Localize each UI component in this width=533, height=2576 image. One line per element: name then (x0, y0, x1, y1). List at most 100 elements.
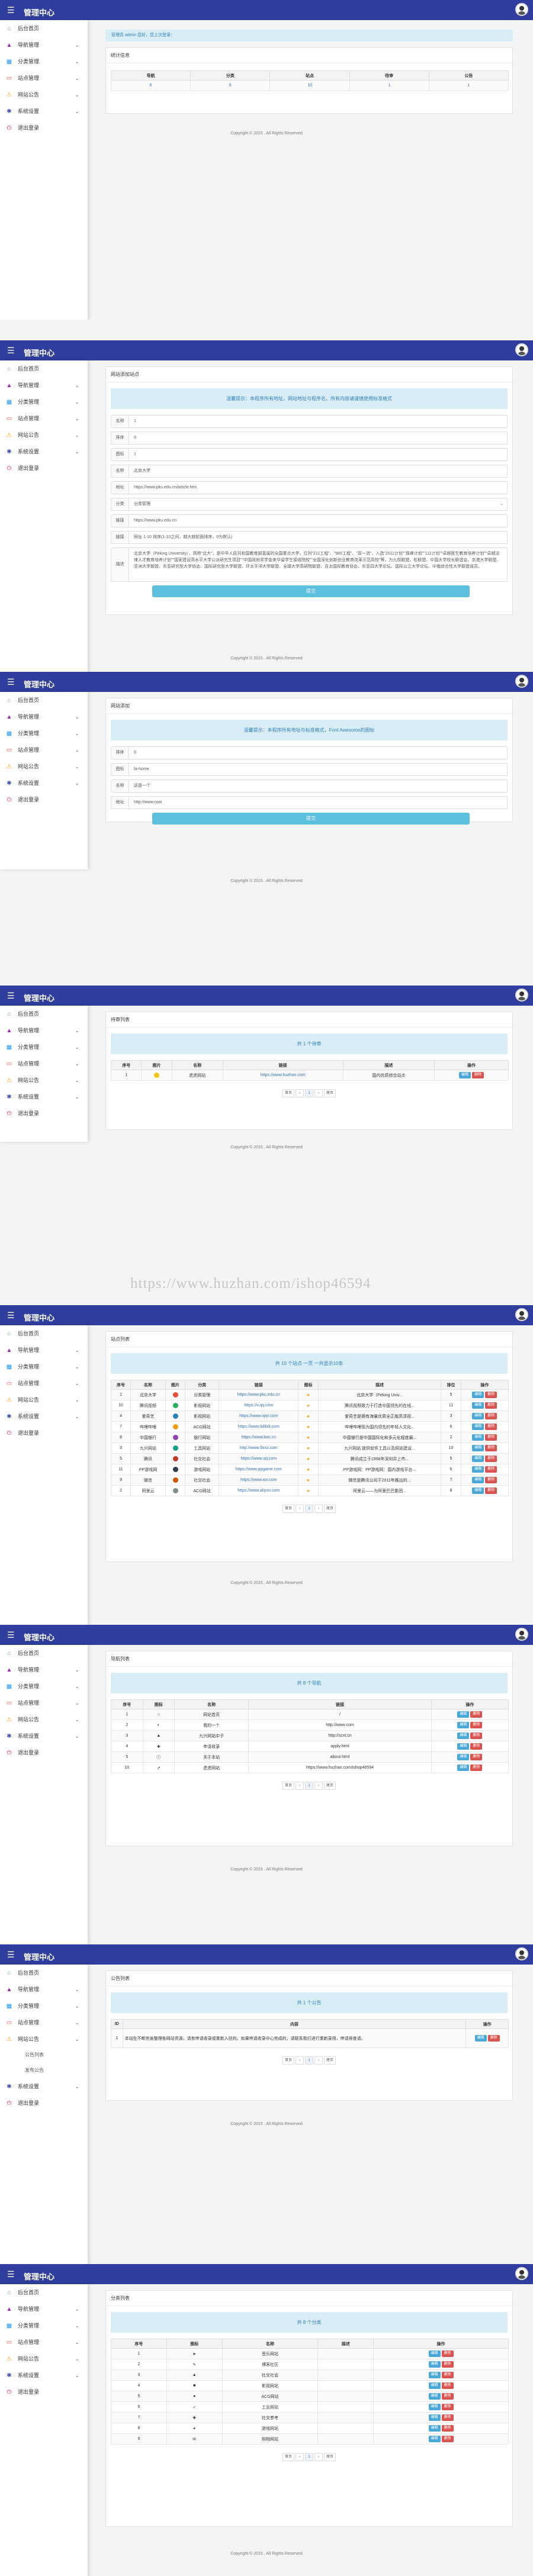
sidebar-item[interactable]: ⏻ 退出登录 (0, 1425, 88, 1441)
menu-icon[interactable]: ☰ (7, 346, 15, 355)
edit-button[interactable]: 编辑 (428, 2414, 441, 2421)
link[interactable]: http://www.9xxz.com (219, 1442, 299, 1454)
sidebar-item[interactable]: ⚠ 网站公告 ⌄ (0, 1072, 88, 1089)
sidebar-item[interactable]: ▦ 分类管理 ⌄ (0, 2317, 88, 2334)
delete-button[interactable]: 删除 (485, 1434, 497, 1441)
sidebar-item[interactable]: ✱ 系统设置 ⌄ (0, 1408, 88, 1425)
edit-button[interactable]: 编辑 (472, 1445, 484, 1451)
sidebar-item[interactable]: ▭ 站点管理 ⌄ (0, 1695, 88, 1711)
sidebar-item[interactable]: ⚠ 网站公告 ⌄ (0, 1392, 88, 1408)
edit-button[interactable]: 编辑 (472, 1413, 484, 1419)
edit-button[interactable]: 编辑 (428, 2436, 441, 2442)
delete-button[interactable]: 删除 (485, 1445, 497, 1451)
form-field[interactable]: 地址 http://www.com (111, 796, 508, 809)
delete-button[interactable]: 删除 (441, 2393, 454, 2400)
edit-button[interactable]: 编辑 (457, 1733, 470, 1739)
delete-button[interactable]: 删除 (485, 1466, 497, 1473)
menu-icon[interactable]: ☰ (7, 677, 15, 687)
sidebar-item[interactable]: ⏻ 退出登录 (0, 1105, 88, 1122)
page-button[interactable]: › (314, 2453, 323, 2461)
sidebar-item[interactable]: ▦ 分类管理 ⌄ (0, 725, 88, 742)
edit-button[interactable]: 编辑 (428, 2350, 441, 2357)
description-field[interactable]: 描述 北京大学（Peking University），简称"北大"，是中华人民共和… (111, 548, 508, 582)
sidebar-item[interactable]: ✱ 系统设置 ⌄ (0, 2367, 88, 2384)
edit-button[interactable]: 编辑 (472, 1477, 484, 1483)
link[interactable]: https://www.huzhan.com (222, 1070, 343, 1081)
delete-button[interactable]: 删除 (472, 1072, 484, 1078)
sidebar-item[interactable]: ▲ 导航管理 ⌄ (0, 1661, 88, 1678)
page-button[interactable]: ‹ (296, 1089, 304, 1097)
sidebar-item[interactable]: ▲ 导航管理 ⌄ (0, 377, 88, 394)
form-field[interactable]: 名称 这是一个 (111, 780, 508, 793)
sidebar-item[interactable]: ▲ 导航管理 ⌄ (0, 709, 88, 725)
page-button[interactable]: ‹ (296, 2056, 304, 2065)
page-button[interactable]: 首页 (282, 1089, 294, 1097)
delete-button[interactable]: 删除 (441, 2404, 454, 2410)
page-button[interactable]: 首页 (282, 1505, 294, 1513)
sidebar-item[interactable]: ⏻ 退出登录 (0, 460, 88, 476)
delete-button[interactable]: 删除 (441, 2350, 454, 2357)
form-field[interactable]: 分类 分类管理 ⌄ (111, 498, 508, 511)
link[interactable]: https://www.boc.cn (219, 1432, 299, 1443)
page-button[interactable]: › (314, 1782, 323, 1790)
sidebar-item[interactable]: ✱ 系统设置 ⌄ (0, 443, 88, 460)
sidebar-item[interactable]: ▲ 导航管理 ⌄ (0, 1342, 88, 1358)
page-button[interactable]: 1 (305, 1782, 313, 1790)
submit-button[interactable]: 提交 (152, 813, 470, 825)
edit-button[interactable]: 编辑 (472, 1402, 484, 1409)
stat-value[interactable]: 1 (349, 80, 429, 91)
stat-value[interactable]: 1 (428, 80, 509, 91)
page-button[interactable]: 尾页 (324, 2056, 336, 2065)
delete-button[interactable]: 删除 (441, 2382, 454, 2389)
page-button[interactable]: 尾页 (324, 1089, 336, 1097)
edit-button[interactable]: 编辑 (472, 1456, 484, 1462)
sidebar-item[interactable]: ▭ 站点管理 ⌄ (0, 1375, 88, 1392)
link[interactable]: https://www.iqiyi.com (219, 1411, 299, 1422)
sidebar-item[interactable]: ⌂ 后台首页 (0, 1325, 88, 1342)
page-button[interactable]: 尾页 (324, 2453, 336, 2461)
sidebar-subitem[interactable]: 发布公告 (0, 2063, 88, 2078)
stat-value[interactable]: 6 (110, 80, 191, 91)
avatar[interactable] (515, 2267, 528, 2280)
page-button[interactable]: › (314, 1089, 323, 1097)
edit-button[interactable]: 编辑 (472, 1392, 484, 1398)
sidebar-item[interactable]: ▲ 导航管理 ⌄ (0, 2301, 88, 2317)
page-button[interactable]: 首页 (282, 2453, 294, 2461)
delete-button[interactable]: 删除 (441, 2414, 454, 2421)
form-field[interactable]: 链接 https://www.pku.edu.cn (111, 514, 508, 527)
sidebar-subitem[interactable]: 公告列表 (0, 2047, 88, 2063)
sidebar-item[interactable]: ▭ 站点管理 ⌄ (0, 2334, 88, 2350)
submit-button[interactable]: 提交 (152, 585, 470, 597)
edit-button[interactable]: 编辑 (457, 1722, 470, 1728)
link[interactable]: https://www.ppgame.com (219, 1464, 299, 1475)
edit-button[interactable]: 编辑 (472, 1466, 484, 1473)
page-button[interactable]: 首页 (282, 1782, 294, 1790)
delete-button[interactable]: 删除 (485, 1477, 497, 1483)
sidebar-item[interactable]: ⌂ 后台首页 (0, 20, 88, 37)
avatar[interactable] (515, 1947, 528, 1960)
delete-button[interactable]: 删除 (485, 1413, 497, 1419)
form-field[interactable]: 名称 1 (111, 415, 508, 428)
sidebar-item[interactable]: ▭ 站点管理 ⌄ (0, 410, 88, 427)
sidebar-item[interactable]: ⌂ 后台首页 (0, 1006, 88, 1022)
edit-button[interactable]: 编辑 (472, 1424, 484, 1430)
page-button[interactable]: ‹ (296, 2453, 304, 2461)
delete-button[interactable]: 删除 (441, 2361, 454, 2368)
sidebar-item[interactable]: ▭ 站点管理 ⌄ (0, 1055, 88, 1072)
menu-icon[interactable]: ☰ (7, 5, 15, 15)
sidebar-item[interactable]: ⌂ 后台首页 (0, 1645, 88, 1661)
sidebar-item[interactable]: ▭ 站点管理 ⌄ (0, 70, 88, 86)
edit-button[interactable]: 编辑 (457, 1754, 470, 1760)
link[interactable]: https://v.qq.com (219, 1400, 299, 1411)
edit-button[interactable]: 编辑 (459, 1072, 471, 1078)
sidebar-item[interactable]: ▲ 导航管理 ⌄ (0, 37, 88, 53)
sidebar-item[interactable]: ⌂ 后台首页 (0, 2284, 88, 2301)
menu-icon[interactable]: ☰ (7, 1630, 15, 1640)
menu-icon[interactable]: ☰ (7, 2269, 15, 2279)
sidebar-item[interactable]: ⚠ 网站公告 ⌄ (0, 427, 88, 443)
delete-button[interactable]: 删除 (441, 2436, 454, 2442)
sidebar-item[interactable]: ▭ 站点管理 ⌄ (0, 2014, 88, 2031)
link[interactable]: https://www.wx.com (219, 1474, 299, 1486)
edit-button[interactable]: 编辑 (474, 2035, 487, 2042)
edit-button[interactable]: 编辑 (428, 2393, 441, 2400)
